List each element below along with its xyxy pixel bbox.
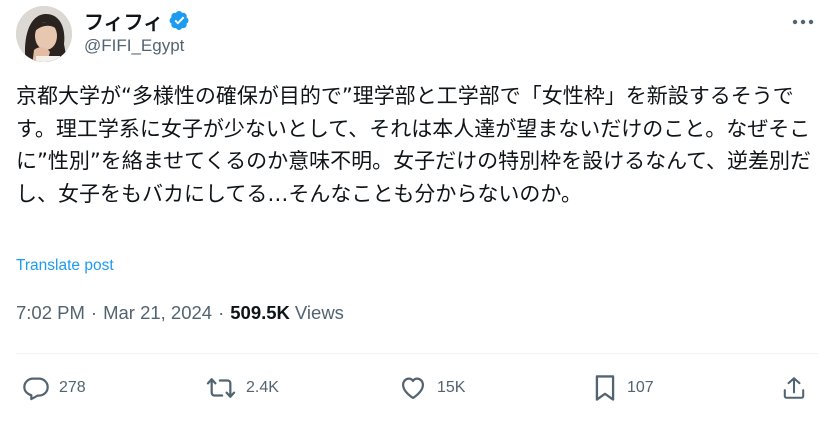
author-handle[interactable]: @FIFI_Egypt	[84, 36, 184, 56]
repost-icon	[206, 378, 236, 398]
bookmark-button[interactable]: 107	[592, 370, 654, 406]
repost-button[interactable]: 2.4K	[205, 370, 279, 406]
share-button[interactable]	[781, 370, 807, 406]
verified-badge-icon[interactable]	[169, 10, 190, 31]
bookmark-count: 107	[627, 379, 654, 396]
share-icon	[783, 377, 805, 399]
display-name-text: フィフィ	[84, 10, 164, 34]
tweet-metadata: 7:02 PM · Mar 21, 2024 · 509.5K Views	[16, 302, 344, 324]
views-label: Views	[294, 302, 344, 323]
reply-icon	[23, 377, 49, 401]
heart-icon	[401, 377, 425, 400]
more-dots-icon	[792, 19, 814, 25]
author-display-name[interactable]: フィフィ	[84, 6, 190, 35]
action-bar: 278 2.4K 15K 107	[0, 370, 834, 406]
more-options-button[interactable]	[787, 8, 819, 36]
repost-count: 2.4K	[246, 379, 279, 396]
meta-separator: ·	[218, 302, 225, 323]
tweet-text: 京都大学が“多様性の確保が目的で”理学部と工学部で「女性枠」を新設するそうです。…	[16, 84, 811, 206]
reply-count: 278	[59, 379, 86, 396]
reply-button[interactable]: 278	[22, 370, 86, 406]
meta-separator: ·	[90, 302, 98, 323]
like-button[interactable]: 15K	[398, 370, 465, 406]
divider	[16, 353, 818, 354]
views-count: 509.5K	[230, 302, 290, 323]
tweet-time[interactable]: 7:02 PM	[16, 302, 85, 324]
like-count: 15K	[437, 379, 466, 396]
bookmark-icon	[595, 375, 615, 401]
author-avatar[interactable]	[16, 6, 72, 62]
tweet-date[interactable]: Mar 21, 2024	[103, 302, 212, 324]
translate-post-link[interactable]: Translate post	[16, 257, 114, 275]
